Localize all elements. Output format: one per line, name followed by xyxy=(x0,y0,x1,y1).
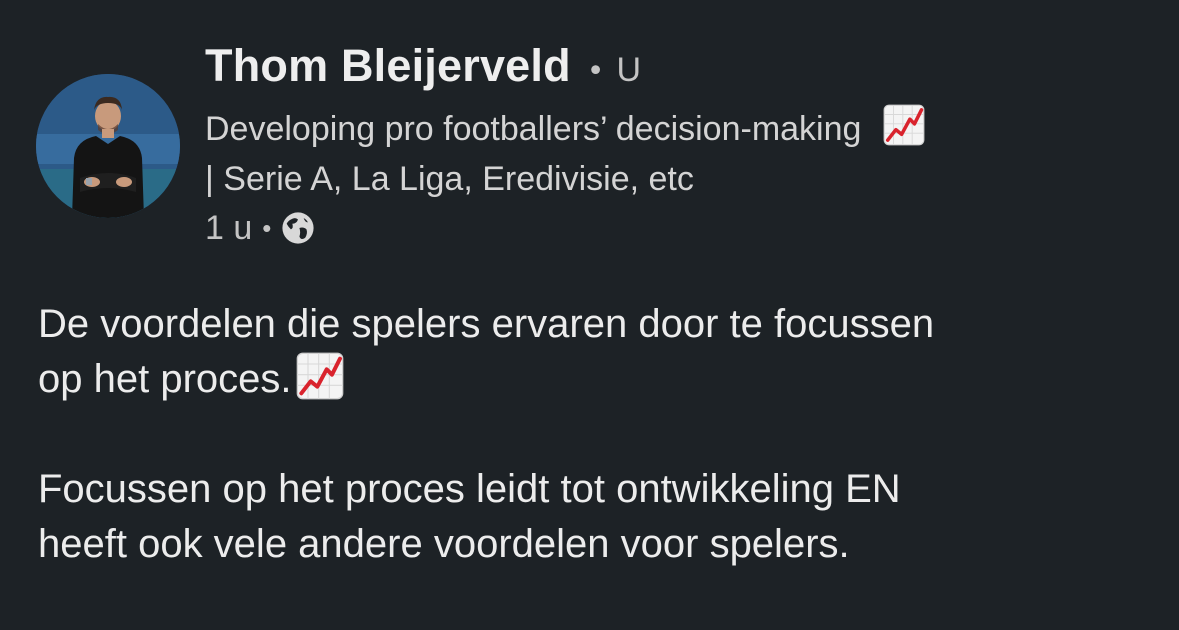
avatar-photo xyxy=(36,74,180,218)
chart-increasing-icon xyxy=(883,104,925,146)
author-line: Thom Bleijerveld • U xyxy=(205,40,1145,102)
author-name[interactable]: Thom Bleijerveld xyxy=(205,40,571,92)
headline-line-2: | Serie A, La Liga, Eredivisie, etc xyxy=(205,160,694,198)
paragraph-2-line-2: heeft ook vele andere voordelen voor spe… xyxy=(38,522,850,566)
headline-line-1: Developing pro footballers’ decision-mak… xyxy=(205,110,862,148)
paragraph-2-line-1: Focussen op het proces leidt tot ontwikk… xyxy=(38,467,901,511)
post-time[interactable]: 1 u xyxy=(205,209,252,248)
chart-increasing-icon xyxy=(296,352,343,400)
avatar[interactable] xyxy=(36,74,180,218)
post-paragraph-2: Focussen op het proces leidt tot ontwikk… xyxy=(38,462,1158,572)
connection-degree: U xyxy=(616,51,642,89)
post-paragraph-1: De voordelen die spelers ervaren door te… xyxy=(38,297,1158,407)
paragraph-1-line-2: op het proces. xyxy=(38,357,292,401)
post-meta: 1 u • xyxy=(205,206,1145,250)
post-body: De voordelen die spelers ervaren door te… xyxy=(38,297,1158,572)
feed-post: Thom Bleijerveld • U Developing pro foot… xyxy=(0,0,1179,630)
paragraph-1-line-1: De voordelen die spelers ervaren door te… xyxy=(38,302,935,346)
separator-dot: • xyxy=(262,212,272,243)
author-headline: Developing pro footballers’ decision-mak… xyxy=(205,104,1135,204)
post-header: Thom Bleijerveld • U Developing pro foot… xyxy=(205,40,1145,250)
globe-icon xyxy=(282,212,314,244)
separator-dot: • xyxy=(586,54,605,89)
